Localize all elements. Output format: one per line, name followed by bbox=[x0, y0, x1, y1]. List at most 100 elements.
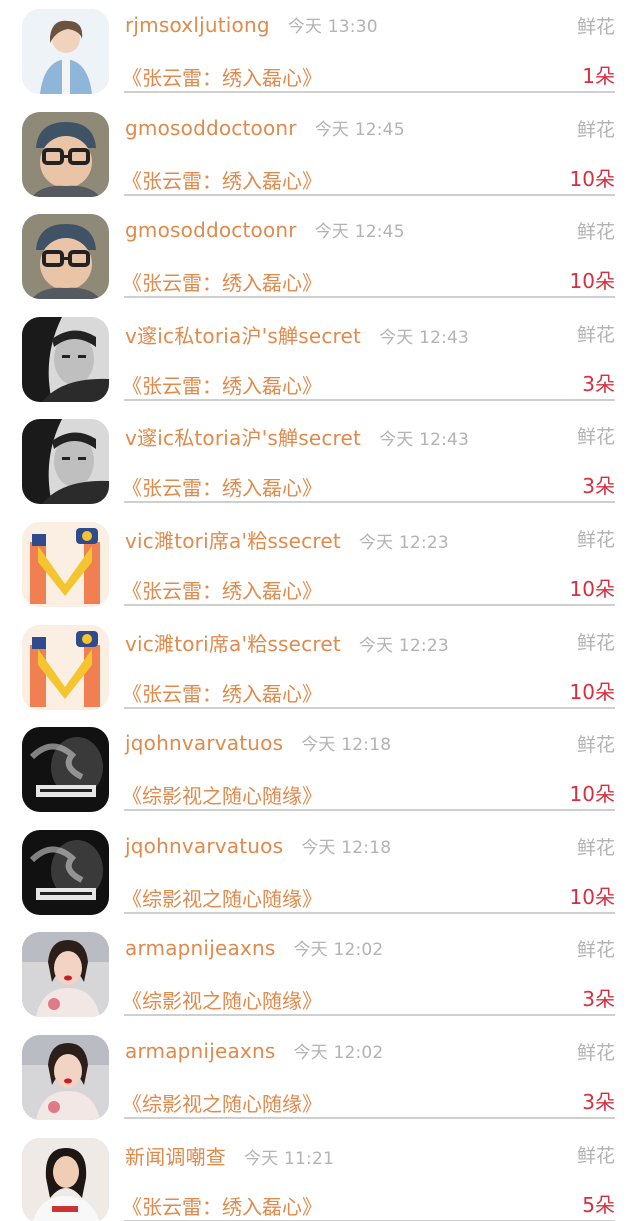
username[interactable]: vic濉tori席a'粭ssecret 今天 12:23 bbox=[125, 525, 449, 554]
avatar[interactable] bbox=[22, 111, 109, 197]
gift-record-row[interactable]: rjmsoxljutiong 今天 13:30 鲜花 《张云雷：绣入磊心》 1朵 bbox=[0, 0, 640, 103]
avatar[interactable] bbox=[22, 727, 109, 813]
timestamp: 今天 12:18 bbox=[301, 735, 392, 756]
timestamp: 今天 12:45 bbox=[314, 222, 405, 243]
gift-record-row[interactable]: jqohnvarvatuos 今天 12:18 鲜花 《综影视之随心随缘》 10朵 bbox=[0, 821, 640, 924]
gift-count: 5朵 bbox=[582, 1192, 615, 1217]
timestamp: 今天 11:21 bbox=[244, 1148, 334, 1169]
gift-count: 10朵 bbox=[569, 269, 615, 294]
gift-record-row[interactable]: 新闻调嘲查 今天 11:21 鲜花 《张云雷：绣入磊心》 5朵 bbox=[0, 1129, 640, 1221]
book-title-link[interactable]: 《综影视之随心随缘》 bbox=[122, 780, 322, 809]
gift-record-row[interactable]: gmosoddoctoonr 今天 12:45 鲜花 《张云雷：绣入磊心》 10朵 bbox=[0, 103, 640, 206]
timestamp: 今天 12:02 bbox=[293, 1042, 384, 1063]
username-text: rjmsoxljutiong bbox=[125, 13, 270, 37]
row-divider bbox=[124, 91, 615, 93]
timestamp: 今天 13:30 bbox=[287, 17, 378, 37]
avatar[interactable] bbox=[22, 419, 109, 505]
timestamp: 今天 12:02 bbox=[293, 940, 384, 961]
username[interactable]: gmosoddoctoonr 今天 12:45 bbox=[125, 115, 405, 140]
username[interactable]: armapnijeaxns 今天 12:02 bbox=[125, 1038, 383, 1063]
gift-count: 3朵 bbox=[582, 474, 615, 499]
avatar[interactable] bbox=[22, 829, 109, 915]
gift-type-label: 鲜花 bbox=[576, 426, 615, 449]
gift-count: 10朵 bbox=[569, 782, 615, 807]
username[interactable]: 新闻调嘲查 今天 11:21 bbox=[125, 1141, 334, 1170]
username[interactable]: armapnijeaxns 今天 12:02 bbox=[125, 935, 383, 960]
row-divider bbox=[124, 911, 615, 914]
gift-record-row[interactable]: armapnijeaxns 今天 12:02 鲜花 《综影视之随心随缘》 3朵 bbox=[0, 1026, 640, 1129]
gift-count: 10朵 bbox=[569, 884, 615, 909]
gift-type-label: 鲜花 bbox=[576, 939, 615, 962]
username-text: vic濉tori席a'粭ssecret bbox=[125, 631, 341, 656]
book-title-link[interactable]: 《综影视之随心随缘》 bbox=[122, 985, 322, 1014]
row-divider bbox=[124, 1014, 615, 1017]
row-divider bbox=[124, 1116, 615, 1119]
gift-type-label: 鲜花 bbox=[576, 734, 615, 757]
timestamp: 今天 12:45 bbox=[314, 119, 405, 140]
book-title-link[interactable]: 《综影视之随心随缘》 bbox=[122, 883, 322, 912]
username-text: vic濉tori席a'粭ssecret bbox=[125, 528, 341, 553]
book-title-link[interactable]: 《张云雷：绣入磊心》 bbox=[122, 575, 322, 604]
book-title-link[interactable]: 《综影视之随心随缘》 bbox=[122, 1088, 322, 1117]
username-text: armapnijeaxns bbox=[125, 936, 276, 961]
timestamp: 今天 12:43 bbox=[379, 327, 470, 348]
avatar[interactable] bbox=[22, 1137, 109, 1221]
row-divider bbox=[124, 398, 615, 401]
username-text: gmosoddoctoonr bbox=[125, 115, 297, 140]
username-text: v邃ic私toria沪's觯secret bbox=[125, 323, 362, 348]
gift-type-label: 鲜花 bbox=[576, 836, 615, 859]
gift-record-row[interactable]: v邃ic私toria沪's觯secret 今天 12:43 鲜花 《张云雷：绣入磊… bbox=[0, 308, 640, 411]
username[interactable]: v邃ic私toria沪's觯secret 今天 12:43 bbox=[125, 422, 469, 451]
book-title-link[interactable]: 《张云雷：绣入磊心》 bbox=[122, 370, 322, 399]
row-divider bbox=[124, 603, 615, 606]
gift-count: 10朵 bbox=[569, 166, 615, 191]
gift-type-label: 鲜花 bbox=[576, 1041, 615, 1064]
gift-type-label: 鲜花 bbox=[576, 323, 615, 346]
timestamp: 今天 12:18 bbox=[301, 837, 392, 858]
row-divider bbox=[124, 809, 615, 812]
gift-record-row[interactable]: vic濉tori席a'粭ssecret 今天 12:23 鲜花 《张云雷：绣入磊心… bbox=[0, 616, 640, 719]
gift-type-label: 鲜花 bbox=[576, 1144, 615, 1167]
gift-count: 10朵 bbox=[569, 576, 615, 601]
book-title-link[interactable]: 《张云雷：绣入磊心》 bbox=[122, 472, 322, 501]
book-title-link[interactable]: 《张云雷：绣入磊心》 bbox=[122, 678, 322, 707]
username[interactable]: vic濉tori席a'粭ssecret 今天 12:23 bbox=[125, 628, 449, 657]
gift-type-label: 鲜花 bbox=[576, 221, 615, 244]
book-title-link[interactable]: 《张云雷：绣入磊心》 bbox=[122, 267, 322, 296]
timestamp: 今天 12:23 bbox=[358, 532, 449, 553]
book-title-link[interactable]: 《张云雷：绣入磊心》 bbox=[122, 1191, 322, 1220]
avatar[interactable] bbox=[22, 624, 109, 710]
avatar[interactable] bbox=[22, 521, 109, 607]
gift-record-list: rjmsoxljutiong 今天 13:30 鲜花 《张云雷：绣入磊心》 1朵 … bbox=[0, 0, 640, 1221]
gift-count: 3朵 bbox=[582, 371, 615, 396]
gift-count: 3朵 bbox=[582, 987, 615, 1012]
row-divider bbox=[124, 296, 615, 299]
gift-record-row[interactable]: armapnijeaxns 今天 12:02 鲜花 《综影视之随心随缘》 3朵 bbox=[0, 923, 640, 1026]
gift-count: 3朵 bbox=[582, 1089, 615, 1114]
avatar[interactable] bbox=[22, 316, 109, 402]
gift-record-row[interactable]: jqohnvarvatuos 今天 12:18 鲜花 《综影视之随心随缘》 10朵 bbox=[0, 718, 640, 821]
gift-record-row[interactable]: gmosoddoctoonr 今天 12:45 鲜花 《张云雷：绣入磊心》 10朵 bbox=[0, 205, 640, 308]
username-text: gmosoddoctoonr bbox=[125, 218, 297, 243]
avatar[interactable] bbox=[22, 1034, 109, 1120]
avatar[interactable] bbox=[22, 9, 109, 94]
avatar[interactable] bbox=[22, 932, 109, 1018]
gift-record-row[interactable]: vic濉tori席a'粭ssecret 今天 12:23 鲜花 《张云雷：绣入磊心… bbox=[0, 513, 640, 616]
avatar[interactable] bbox=[22, 214, 109, 300]
gift-type-label: 鲜花 bbox=[576, 16, 615, 38]
row-divider bbox=[124, 706, 615, 709]
gift-count: 10朵 bbox=[569, 679, 615, 704]
username[interactable]: jqohnvarvatuos 今天 12:18 bbox=[125, 730, 391, 755]
username-text: 新闻调嘲查 bbox=[125, 1144, 226, 1169]
username[interactable]: v邃ic私toria沪's觯secret 今天 12:43 bbox=[125, 320, 469, 349]
book-title-link[interactable]: 《张云雷：绣入磊心》 bbox=[122, 62, 322, 91]
username[interactable]: jqohnvarvatuos 今天 12:18 bbox=[125, 833, 391, 858]
gift-record-row[interactable]: v邃ic私toria沪's觯secret 今天 12:43 鲜花 《张云雷：绣入磊… bbox=[0, 410, 640, 513]
username[interactable]: gmosoddoctoonr 今天 12:45 bbox=[125, 217, 405, 242]
username[interactable]: rjmsoxljutiong 今天 13:30 bbox=[125, 12, 378, 37]
username-text: jqohnvarvatuos bbox=[125, 731, 284, 756]
gift-count: 1朵 bbox=[582, 64, 615, 88]
gift-type-label: 鲜花 bbox=[576, 631, 615, 654]
book-title-link[interactable]: 《张云雷：绣入磊心》 bbox=[122, 165, 322, 194]
timestamp: 今天 12:43 bbox=[379, 430, 470, 451]
